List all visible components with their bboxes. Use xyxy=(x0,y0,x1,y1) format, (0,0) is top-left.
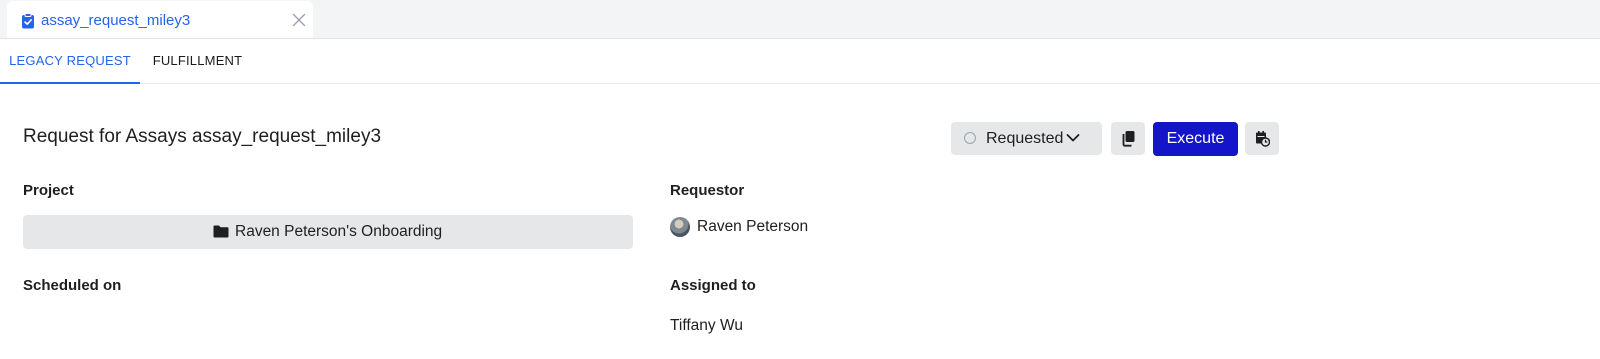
project-button[interactable]: Raven Peterson's Onboarding xyxy=(23,215,633,249)
status-dropdown[interactable]: Requested xyxy=(951,122,1102,155)
schedule-button[interactable] xyxy=(1245,122,1279,155)
assignee-name: Tiffany Wu xyxy=(670,317,743,334)
calendar-clock-icon xyxy=(1256,131,1270,147)
project-name: Raven Peterson's Onboarding xyxy=(235,223,443,240)
status-label: Requested xyxy=(986,130,1064,147)
copy-button[interactable] xyxy=(1111,122,1145,155)
clipboard-check-icon xyxy=(22,13,34,29)
status-radio-icon xyxy=(964,132,976,144)
avatar xyxy=(670,217,690,237)
chevron-down-icon xyxy=(1066,134,1080,142)
execute-button[interactable]: Execute xyxy=(1153,122,1238,156)
page-title: Request for Assays assay_request_miley3 xyxy=(23,126,382,147)
close-icon[interactable] xyxy=(292,13,306,27)
tab-legacy-request[interactable]: LEGACY REQUEST xyxy=(0,39,140,84)
tab-fulfillment[interactable]: FULFILLMENT xyxy=(140,39,255,82)
requestor-label: Requestor xyxy=(670,182,745,199)
copy-icon xyxy=(1122,131,1135,147)
request-subtabs: LEGACY REQUEST FULFILLMENT xyxy=(0,39,1600,84)
requestor-name: Raven Peterson xyxy=(697,218,809,235)
folder-icon xyxy=(213,225,229,238)
document-tab-bar: assay_request_miley3 xyxy=(0,0,1600,39)
assigned-to-label: Assigned to xyxy=(670,277,756,294)
project-label: Project xyxy=(23,182,74,199)
document-tab[interactable]: assay_request_miley3 xyxy=(7,1,313,39)
document-tab-title: assay_request_miley3 xyxy=(41,12,191,29)
scheduled-on-label: Scheduled on xyxy=(23,277,122,294)
